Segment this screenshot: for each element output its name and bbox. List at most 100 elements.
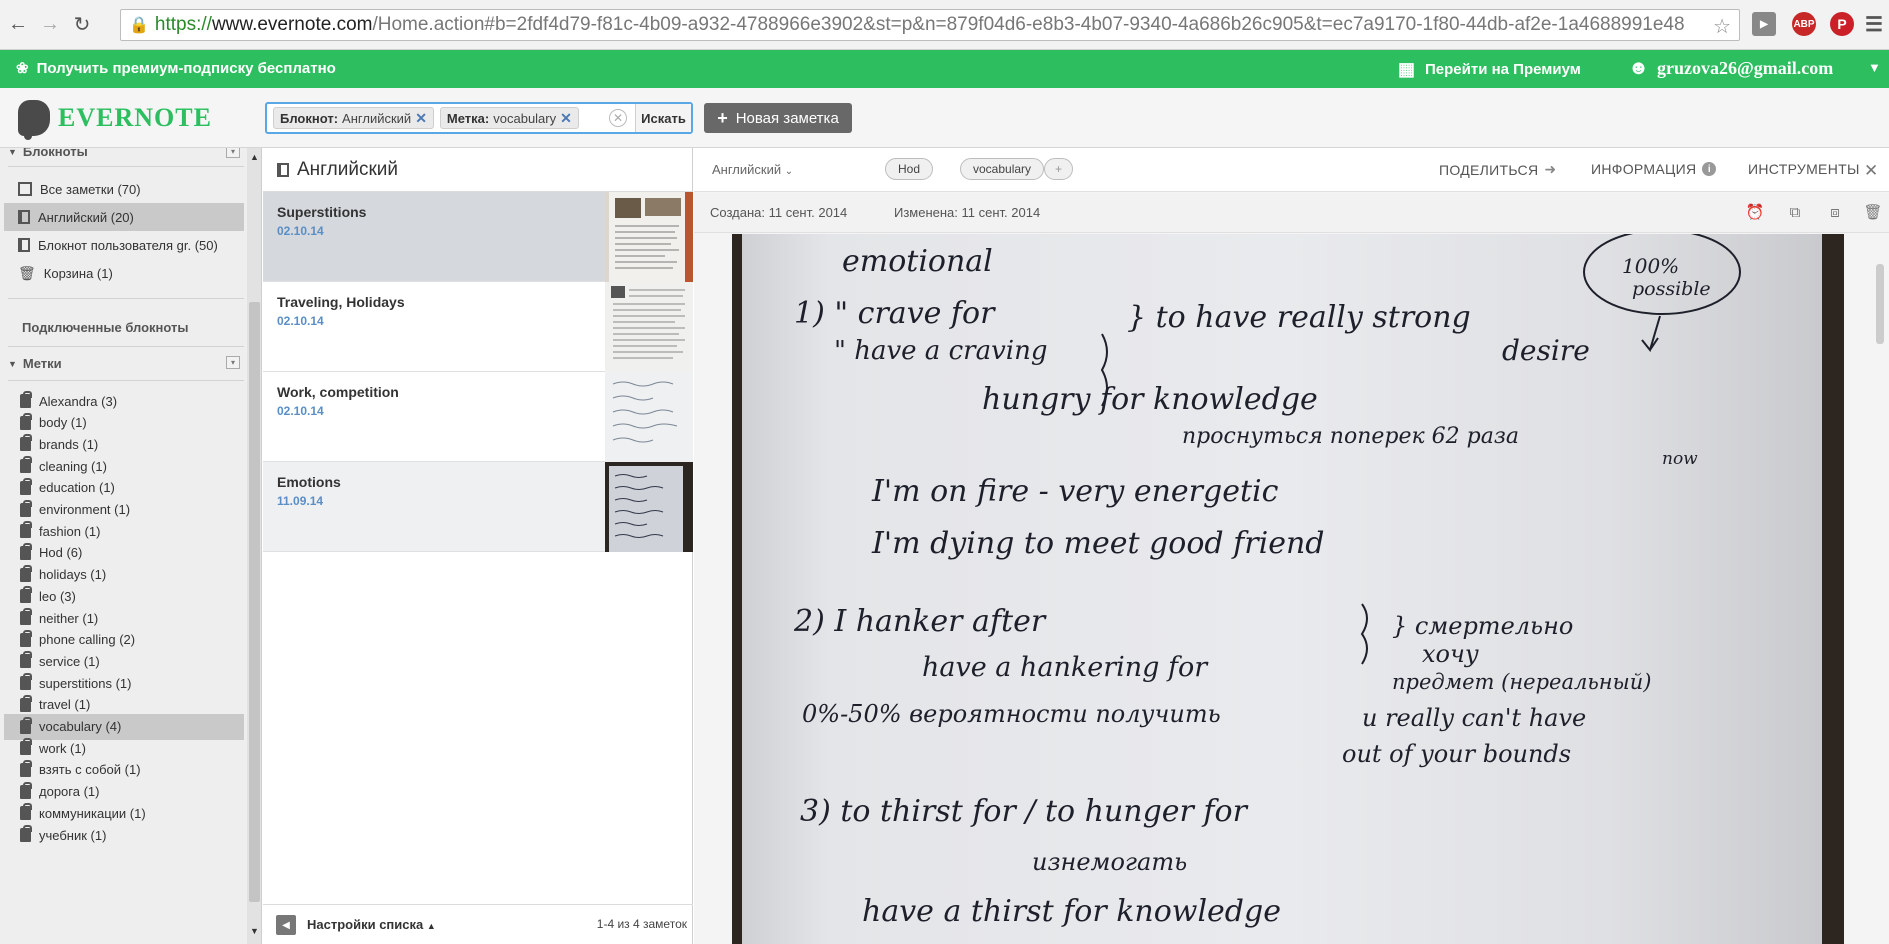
expand-icon[interactable]: ⧈: [1826, 203, 1844, 221]
hw-line: 3) to thirst for / to hunger for: [800, 794, 1247, 829]
tag-icon: [20, 412, 32, 430]
note-date: 02.10.14: [277, 224, 324, 238]
scroll-thumb[interactable]: [249, 302, 260, 902]
sidebar-item-trash[interactable]: 🗑 Корзина (1): [4, 259, 244, 287]
editor-scrollbar[interactable]: [1872, 234, 1889, 944]
tag-icon: [20, 521, 32, 539]
add-tag-button[interactable]: +: [1044, 158, 1074, 180]
sidebar-tag-label: work (1): [39, 740, 86, 756]
notebooks-header[interactable]: ▼ Блокноты: [8, 148, 88, 159]
search-button[interactable]: Искать: [635, 104, 691, 132]
chip-value: vocabulary: [493, 110, 557, 126]
adblock-icon[interactable]: ABP: [1792, 12, 1816, 36]
note-handwritten-image: emotional 1) " crave for " have a cravin…: [732, 234, 1844, 944]
scroll-down-icon[interactable]: ▼: [250, 926, 259, 936]
arrow-mark: [1641, 315, 1661, 353]
user-account-menu[interactable]: ☻ gruzova26@gmail.com: [1628, 57, 1833, 80]
tools-button[interactable]: ИНСТРУМЕНТЫ: [1748, 161, 1860, 177]
hw-line: emotional: [842, 244, 993, 279]
note-list-footer: ◀ Настройки списка ▲ 1-4 из 4 заметок: [263, 904, 693, 944]
logo-text: EVERNOTE: [58, 103, 212, 132]
search-input[interactable]: Блокнот: Английский ✕ Метка: vocabulary …: [265, 102, 693, 134]
note-editor: Английский ⌄ Hod vocabulary + ПОДЕЛИТЬСЯ…: [694, 148, 1889, 944]
collapse-icon[interactable]: ▾: [226, 148, 240, 158]
note-card-emotions[interactable]: Emotions 11.09.14: [263, 462, 693, 552]
tags-menu-icon[interactable]: ▾: [226, 356, 240, 369]
hw-line: изнемогать: [1032, 848, 1188, 876]
collapse-list-icon[interactable]: ◀: [276, 915, 296, 935]
pinterest-icon[interactable]: P: [1830, 12, 1854, 36]
new-note-label: Новая заметка: [735, 109, 839, 127]
hw-line: проснуться поперек 62 раза: [1182, 424, 1519, 449]
note-date: 11.09.14: [277, 494, 324, 508]
address-bar[interactable]: 🔒 https://www.evernote.com/Home.action#b…: [120, 9, 1740, 41]
trash-icon[interactable]: 🗑: [1863, 203, 1882, 221]
sidebar-tag-label: body (1): [39, 415, 87, 431]
sidebar-scrollbar[interactable]: ▲ ▼: [247, 148, 261, 944]
close-icon[interactable]: ✕: [1864, 161, 1879, 181]
note-card-work[interactable]: Work, competition 02.10.14: [263, 372, 693, 462]
play-extension-icon[interactable]: ▶: [1752, 12, 1776, 36]
note-notebook-selector[interactable]: Английский ⌄: [712, 162, 793, 177]
linked-notebooks-header[interactable]: Подключенные блокноты: [22, 320, 189, 335]
sidebar-item-notebook-english[interactable]: Английский (20): [4, 203, 244, 231]
evernote-logo[interactable]: EVERNOTE: [18, 100, 212, 140]
tag-icon: [20, 434, 32, 452]
new-note-button[interactable]: + Новая заметка: [704, 103, 852, 133]
hw-line: possible: [1632, 278, 1711, 300]
hw-line: now: [1662, 449, 1698, 469]
note-list: Английский Superstitions 02.10.14 Travel…: [263, 148, 693, 944]
close-icon[interactable]: ✕: [415, 110, 427, 127]
share-button[interactable]: ПОДЕЛИТЬСЯ ➜: [1439, 161, 1556, 178]
sidebar-tag-label: взять с собой (1): [39, 762, 141, 778]
notebook-icon: [277, 162, 289, 177]
scroll-thumb[interactable]: [1876, 264, 1884, 344]
sidebar-item-label: Блокнот пользователя gr. (50): [38, 237, 218, 253]
search-chip-notebook[interactable]: Блокнот: Английский ✕: [273, 107, 434, 129]
note-date: 02.10.14: [277, 314, 324, 328]
bookmark-star-icon[interactable]: ☆: [1713, 14, 1731, 39]
url-host: www.evernote.com: [211, 14, 373, 35]
sidebar-tag-item[interactable]: учебник (1): [4, 822, 244, 848]
close-icon[interactable]: ✕: [560, 110, 572, 127]
sidebar-tag-label: environment (1): [39, 502, 131, 517]
sidebar-tag-label: Alexandra (3): [39, 393, 118, 409]
hw-line: } to have really strong: [1127, 300, 1471, 335]
present-icon[interactable]: ⧉: [1786, 203, 1804, 221]
chevron-down-icon[interactable]: ▼: [1868, 60, 1881, 75]
tag-icon: [20, 499, 32, 517]
hw-line: have a hankering for: [922, 652, 1208, 683]
tag-icon: [20, 716, 32, 734]
triangle-up-icon: ▲: [426, 921, 436, 931]
forward-icon[interactable]: →: [36, 11, 64, 39]
sidebar-tag-label: учебник (1): [39, 827, 107, 843]
note-tag-hod[interactable]: Hod: [885, 158, 934, 180]
back-icon[interactable]: ←: [4, 11, 32, 39]
note-card-traveling[interactable]: Traveling, Holidays 02.10.14: [263, 282, 693, 372]
note-meta-bar: Создана: 11 сент. 2014 Изменена: 11 сент…: [694, 193, 1889, 233]
go-premium-link[interactable]: ▦ Перейти на Премиум: [1398, 59, 1581, 80]
get-premium-link[interactable]: ❀ Получить премиум-подписку бесплатно: [16, 59, 336, 78]
menu-icon[interactable]: ☰: [1862, 12, 1886, 36]
browser-toolbar: ← → ↻ 🔒 https://www.evernote.com/Home.ac…: [0, 0, 1889, 50]
clear-search-icon[interactable]: ✕: [609, 109, 627, 127]
chip-label: Блокнот:: [280, 110, 339, 126]
sidebar-item-all-notes[interactable]: Все заметки (70): [4, 175, 244, 203]
reload-icon[interactable]: ↻: [68, 11, 96, 39]
tags-header[interactable]: ▼ Метки: [8, 356, 62, 371]
note-title: Work, competition: [277, 384, 399, 400]
search-chip-tag[interactable]: Метка: vocabulary ✕: [439, 107, 579, 129]
tags-header-label: Метки: [22, 356, 62, 371]
scroll-up-icon[interactable]: ▲: [250, 152, 259, 162]
note-tag-vocabulary[interactable]: vocabulary: [960, 158, 1045, 180]
hw-line: хочу: [1422, 640, 1479, 668]
hw-line: 0%-50% вероятности получить: [802, 700, 1221, 728]
info-button[interactable]: ИНФОРМАЦИЯ i: [1591, 161, 1717, 177]
list-settings-button[interactable]: Настройки списка ▲: [307, 917, 436, 932]
sidebar-item-notebook-user[interactable]: Блокнот пользователя gr. (50): [4, 231, 244, 259]
sidebar: ▼ Блокноты ▾ Все заметки (70) Английский…: [0, 148, 262, 944]
reminder-alarm-icon[interactable]: ⏰: [1746, 203, 1765, 221]
tag-icon: [20, 586, 32, 604]
chevron-down-icon: ⌄: [784, 166, 794, 177]
note-card-superstitions[interactable]: Superstitions 02.10.14: [263, 192, 693, 282]
